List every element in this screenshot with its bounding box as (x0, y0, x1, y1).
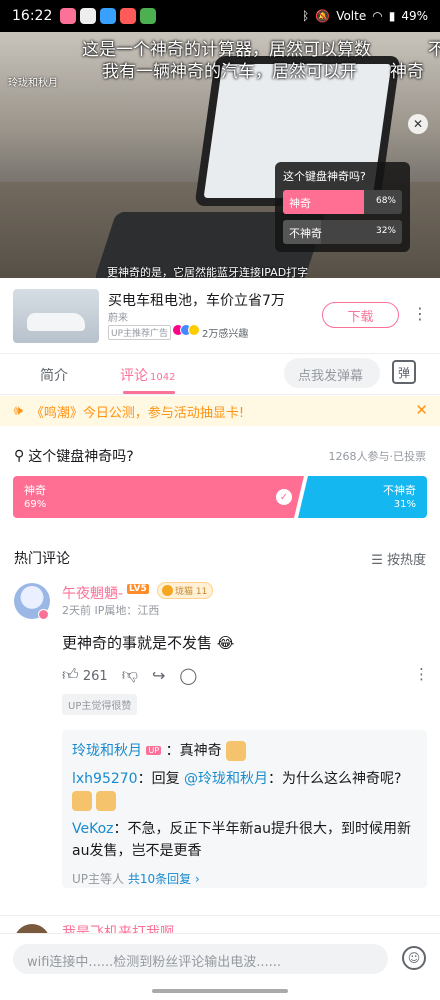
emoji-icon (72, 791, 92, 811)
emoji-icon: 😂 (216, 634, 235, 652)
vote-icon: ⚲ (14, 448, 25, 464)
hot-comments-title: 热门评论 (14, 551, 70, 567)
app-icon (100, 8, 117, 24)
like-button[interactable]: 👍︎ 261 (62, 665, 108, 685)
reply-footer: UP主等人 共10条回复 › (72, 872, 200, 886)
video-poll-option[interactable]: 不神奇 32% (283, 220, 402, 244)
avatar-badge-icon (38, 609, 49, 620)
vote-option-no[interactable]: 不神奇 31% (298, 476, 427, 518)
thumb-up-icon: 👍︎ (62, 665, 79, 684)
avatar[interactable] (14, 924, 50, 933)
app-icon (140, 8, 157, 24)
vote-question: ⚲ 这个键盘神奇吗? (14, 448, 134, 465)
view-replies-link[interactable]: 共10条回复 › (128, 872, 200, 886)
uploader-watermark: 玲珑和秋月 (8, 78, 58, 89)
video-player[interactable]: 玲珑和秋月 这是一个神奇的计算器，居然可以算数 我有一辆神奇的汽车，居然可以开 … (0, 32, 440, 278)
video-poll-question: 这个键盘神奇吗? (283, 170, 366, 183)
notice-banner[interactable]: 🕪 《鸣潮》今日公测，参与活动抽显卡! ✕ (0, 396, 440, 426)
sort-button[interactable]: ☰ 按热度 (371, 549, 426, 568)
share-icon[interactable]: ↪ (152, 666, 165, 685)
danmaku-toggle-icon[interactable]: 弹 (392, 360, 416, 384)
download-button[interactable]: 下载 (322, 302, 399, 328)
reply-item: VeKoz：不急，反正下半年新au提升很大，到时候用新au发售，岂不是更香 (72, 821, 411, 859)
reply-preview[interactable]: 玲珑和秋月 UP ：真神奇 lxh95270：回复 @玲珑和秋月：为什么这么神奇… (62, 730, 427, 888)
speaker-icon: 🕪 (14, 403, 23, 419)
comment-count: 1042 (150, 372, 176, 383)
comment-item: 我是飞机来打我啊 (0, 915, 440, 933)
comment-author[interactable]: 我是飞机来打我啊 (62, 922, 174, 933)
comment-input[interactable]: wifi连接中......检测到粉丝评论输出电波...... (13, 944, 388, 974)
fan-medal: 珑猫 11 (157, 582, 213, 599)
comment-meta: 2天前 IP属地：江西 (62, 604, 160, 617)
emoji-icon (96, 791, 116, 811)
close-icon[interactable]: ✕ (408, 114, 428, 134)
status-time: 16:22 (12, 8, 53, 24)
wechat-app-icon (80, 8, 97, 24)
reply-item: 玲珑和秋月 UP ：真神奇 (72, 740, 417, 762)
danmaku-input[interactable]: 点我发弹幕 (284, 358, 380, 388)
ad-brand: 蔚来 (108, 313, 128, 324)
bilibili-app-icon (60, 8, 77, 24)
ad-card[interactable]: 买电车租电池，车价立省7万 蔚来 UP主推荐广告 2万感兴趣 下载 ⋮ (0, 278, 440, 354)
vote-card: ⚲ 这个键盘神奇吗? 1268人参与·已投票 神奇 69% ✓ 不神奇 31% (0, 436, 440, 526)
emoji-icon (226, 741, 247, 761)
danmaku-comment: 我有一辆神奇的汽车，居然可以开 (102, 62, 357, 82)
check-icon: ✓ (276, 489, 292, 505)
dislike-icon[interactable]: 👎︎ (122, 665, 138, 685)
ad-thumbnail (13, 289, 99, 343)
volte-label: Volte (336, 9, 367, 23)
tab-bar: 简介 评论 1042 点我发弹幕 弹 (0, 355, 440, 395)
more-icon[interactable]: ⋮ (414, 665, 429, 683)
ad-title: 买电车租电池，车价立省7万 (108, 293, 285, 309)
close-icon[interactable]: ✕ (415, 401, 428, 419)
ad-tag: UP主推荐广告 (108, 325, 172, 340)
comment-body: 更神奇的事就是不发售 😂 (62, 634, 235, 652)
up-liked-badge: UP主觉得很赞 (62, 694, 138, 715)
signal-icon: ▮ (388, 9, 396, 23)
status-bar: 16:22 ᛒ 🔕 Volte ◠ ▮ 49% (0, 0, 440, 32)
video-subtitle: 更神奇的是，它居然能蓝牙连接IPAD打字 (107, 266, 309, 278)
comment-author[interactable]: 午夜魍魉- (62, 583, 123, 603)
tab-comments[interactable]: 评论 1042 (120, 365, 175, 385)
mute-icon: 🔕 (315, 9, 331, 23)
hot-comments-header: 热门评论 ☰ 按热度 (0, 545, 440, 569)
medal-icon (162, 585, 173, 596)
notification-app-icons (60, 8, 157, 24)
reply-icon[interactable]: ◯ (179, 666, 197, 685)
bluetooth-icon: ᛒ (302, 9, 310, 23)
gesture-handle (152, 989, 288, 993)
vote-bar: 神奇 69% ✓ 不神奇 31% (13, 476, 427, 518)
danmaku-comment: 神奇 (390, 62, 424, 82)
tab-comments-label: 评论 (120, 368, 148, 384)
notice-text: 《鸣潮》今日公测，参与活动抽显卡! (30, 405, 245, 421)
comment-input-bar: wifi连接中......检测到粉丝评论输出电波...... ☺ (0, 933, 440, 1000)
more-icon[interactable]: ⋮ (412, 304, 428, 323)
level-badge: LV5 (127, 584, 149, 594)
wifi-icon: ◠ (372, 9, 383, 23)
ad-interest-count: 2万感兴趣 (202, 329, 249, 340)
danmaku-comment: 不 (428, 40, 440, 60)
video-poll-option[interactable]: 神奇 68% (283, 190, 402, 214)
comment-actions: 👍︎ 261 👎︎ ↪ ◯ (62, 665, 197, 685)
vote-stats: 1268人参与·已投票 (328, 450, 427, 463)
vote-option-yes[interactable]: 神奇 69% ✓ (13, 476, 304, 518)
tab-intro[interactable]: 简介 (40, 365, 68, 385)
emoji-picker-icon[interactable]: ☺ (402, 946, 426, 970)
video-poll[interactable]: 这个键盘神奇吗? 神奇 68% 不神奇 32% (275, 162, 410, 252)
battery-level: 49% (401, 9, 428, 23)
reply-item: lxh95270：回复 @玲珑和秋月：为什么这么神奇呢? (72, 768, 417, 812)
active-tab-indicator (123, 391, 175, 394)
app-icon (120, 8, 137, 24)
ad-interest-avatars (172, 324, 200, 336)
